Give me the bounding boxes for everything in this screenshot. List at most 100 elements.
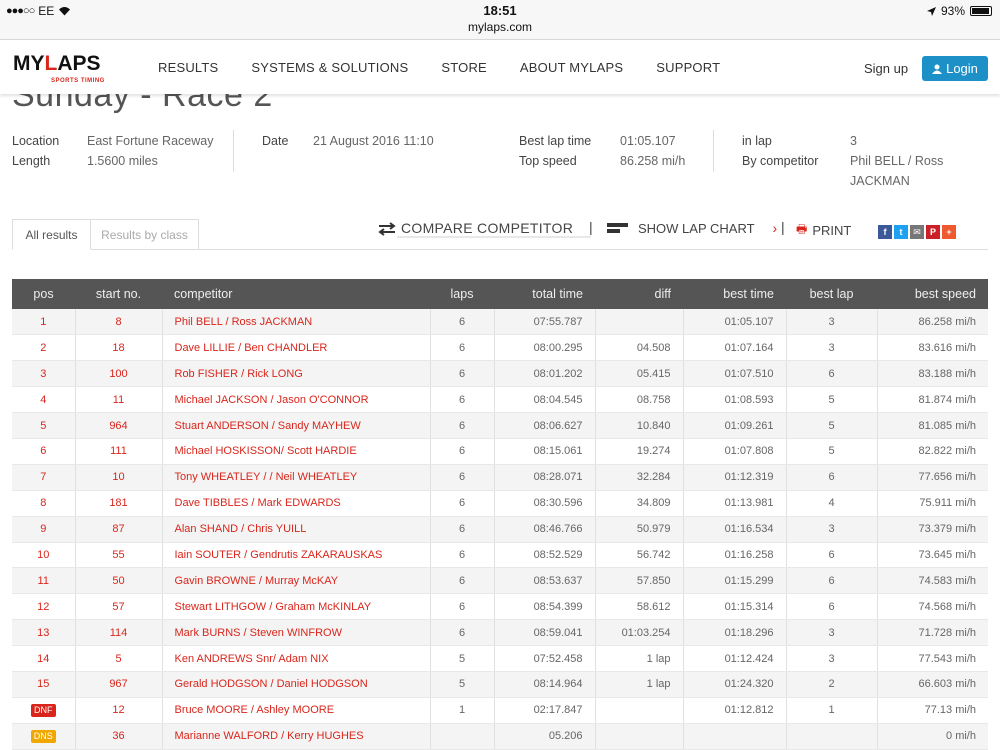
battery-info: 93% bbox=[926, 4, 992, 18]
show-lap-chart-button[interactable]: SHOW LAP CHART › bbox=[607, 220, 777, 236]
compare-competitor-button[interactable]: COMPARE COMPETITOR bbox=[377, 220, 592, 238]
table-row[interactable]: 7 10 Tony WHEATLEY / / Neil WHEATLEY 6 08:28… bbox=[12, 464, 988, 491]
competitor-link[interactable]: Michael HOSKISSON/ Scott HARDIE bbox=[162, 438, 431, 465]
nav-store[interactable]: STORE bbox=[441, 60, 487, 75]
email-icon[interactable]: ✉ bbox=[910, 225, 924, 239]
start-no-cell[interactable]: 57 bbox=[75, 593, 163, 621]
col-best-time[interactable]: best time bbox=[683, 279, 786, 309]
best-lap-cell: 5 bbox=[786, 386, 878, 414]
nav-support[interactable]: SUPPORT bbox=[656, 60, 720, 75]
competitor-link[interactable]: Gerald HODGSON / Daniel HODGSON bbox=[162, 671, 431, 698]
table-row[interactable]: 1 8 Phil BELL / Ross JACKMAN 6 07:55.787 01:0… bbox=[12, 309, 988, 336]
col-best-speed[interactable]: best speed bbox=[877, 279, 988, 309]
start-no-cell[interactable]: 964 bbox=[75, 412, 163, 439]
table-row[interactable]: 5 964 Stuart ANDERSON / Sandy MAYHEW 6 08:06… bbox=[12, 412, 988, 439]
total-time-cell: 08:28.071 bbox=[494, 464, 596, 491]
tab-all-results[interactable]: All results bbox=[12, 219, 91, 250]
total-time-cell: 08:30.596 bbox=[494, 490, 596, 517]
competitor-link[interactable]: Phil BELL / Ross JACKMAN bbox=[162, 309, 431, 336]
competitor-link[interactable]: Rob FISHER / Rick LONG bbox=[162, 360, 431, 388]
pos-cell: 1 bbox=[12, 309, 76, 336]
competitor-link[interactable]: Marianne WALFORD / Kerry HUGHES bbox=[162, 723, 431, 750]
best-lap-time-label: Best lap time bbox=[519, 134, 592, 148]
start-no-cell[interactable]: 50 bbox=[75, 567, 163, 595]
start-no-cell[interactable]: 55 bbox=[75, 542, 163, 569]
start-no-cell[interactable]: 18 bbox=[75, 334, 163, 362]
mylaps-logo[interactable]: MYLAPS SPORTS TIMING bbox=[13, 52, 104, 84]
total-time-cell: 08:04.545 bbox=[494, 386, 596, 414]
competitor-link[interactable]: Ken ANDREWS Snr/ Adam NIX bbox=[162, 645, 431, 672]
competitor-link[interactable]: Michael JACKSON / Jason O'CONNOR bbox=[162, 386, 431, 414]
col-best-lap[interactable]: best lap bbox=[786, 279, 877, 309]
table-row[interactable]: 6 111 Michael HOSKISSON/ Scott HARDIE 6 08:1… bbox=[12, 438, 988, 465]
start-no-cell[interactable]: 967 bbox=[75, 671, 163, 698]
ios-status-bar: ●●●○○ EE 18:51 mylaps.com 93% bbox=[0, 0, 1000, 40]
start-no-cell[interactable]: 10 bbox=[75, 464, 163, 491]
competitor-link[interactable]: Gavin BROWNE / Murray McKAY bbox=[162, 567, 431, 595]
start-no-cell[interactable]: 87 bbox=[75, 516, 163, 543]
nav-about[interactable]: ABOUT MYLAPS bbox=[520, 60, 623, 75]
table-row[interactable]: 15 967 Gerald HODGSON / Daniel HODGSON 5 08:… bbox=[12, 671, 988, 698]
competitor-link[interactable]: Dave LILLIE / Ben CHANDLER bbox=[162, 334, 431, 362]
start-no-cell[interactable]: 8 bbox=[75, 309, 163, 336]
pos-cell: 4 bbox=[12, 386, 76, 414]
col-start-no[interactable]: start no. bbox=[75, 279, 162, 309]
table-header-row: pos start no. competitor laps total time… bbox=[12, 279, 988, 309]
best-speed-cell: 73.379 mi/h bbox=[877, 516, 988, 543]
start-no-cell[interactable]: 11 bbox=[75, 386, 163, 414]
start-no-cell[interactable]: 5 bbox=[75, 645, 163, 672]
competitor-link[interactable]: Bruce MOORE / Ashley MOORE bbox=[162, 697, 431, 724]
location-arrow-icon bbox=[926, 6, 936, 16]
laps-cell: 6 bbox=[430, 386, 495, 414]
best-lap-cell: 3 bbox=[786, 334, 878, 362]
competitor-link[interactable]: Tony WHEATLEY / / Neil WHEATLEY bbox=[162, 464, 431, 491]
col-diff[interactable]: diff bbox=[595, 279, 683, 309]
table-row[interactable]: 3 100 Rob FISHER / Rick LONG 6 08:01.202 05.4… bbox=[12, 360, 988, 388]
col-laps[interactable]: laps bbox=[430, 279, 494, 309]
competitor-link[interactable]: Stuart ANDERSON / Sandy MAYHEW bbox=[162, 412, 431, 439]
table-row[interactable]: 4 11 Michael JACKSON / Jason O'CONNOR 6 08:0… bbox=[12, 386, 988, 414]
competitor-link[interactable]: Dave TIBBLES / Mark EDWARDS bbox=[162, 490, 431, 517]
best-time-cell: 01:08.593 bbox=[683, 386, 787, 414]
pinterest-icon[interactable]: P bbox=[926, 225, 940, 239]
address-bar[interactable]: mylaps.com bbox=[0, 20, 1000, 34]
table-row[interactable]: 14 5 Ken ANDREWS Snr/ Adam NIX 5 07:52.458 1 … bbox=[12, 645, 988, 672]
nav-systems-solutions[interactable]: SYSTEMS & SOLUTIONS bbox=[251, 60, 408, 75]
start-no-cell[interactable]: 12 bbox=[75, 697, 163, 724]
login-button[interactable]: Login bbox=[922, 56, 988, 81]
start-no-cell[interactable]: 36 bbox=[75, 723, 163, 750]
table-row[interactable]: DNS 36 Marianne WALFORD / Kerry HUGHES 05.2… bbox=[12, 723, 988, 750]
print-button[interactable]: 🖶 PRINT bbox=[796, 220, 851, 241]
facebook-icon[interactable]: f bbox=[878, 225, 892, 239]
twitter-icon[interactable]: t bbox=[894, 225, 908, 239]
competitor-link[interactable]: Iain SOUTER / Gendrutis ZAKARAUSKAS bbox=[162, 542, 431, 569]
nav-results[interactable]: RESULTS bbox=[158, 60, 218, 75]
competitor-link[interactable]: Stewart LITHGOW / Graham McKINLAY bbox=[162, 593, 431, 621]
table-row[interactable]: 13 114 Mark BURNS / Steven WINFROW 6 08:59.0… bbox=[12, 619, 988, 647]
table-row[interactable]: DNF 12 Bruce MOORE / Ashley MOORE 1 02:17.84… bbox=[12, 697, 988, 724]
competitor-link[interactable]: Mark BURNS / Steven WINFROW bbox=[162, 619, 431, 647]
table-row[interactable]: 12 57 Stewart LITHGOW / Graham McKINLAY 6 08… bbox=[12, 593, 988, 621]
col-competitor[interactable]: competitor bbox=[162, 279, 430, 309]
table-row[interactable]: 8 181 Dave TIBBLES / Mark EDWARDS 6 08:30.59… bbox=[12, 490, 988, 517]
table-row[interactable]: 11 50 Gavin BROWNE / Murray McKAY 6 08:53.63… bbox=[12, 567, 988, 595]
start-no-cell[interactable]: 114 bbox=[75, 619, 163, 647]
laps-cell: 6 bbox=[430, 516, 495, 543]
start-no-cell[interactable]: 181 bbox=[75, 490, 163, 517]
col-pos[interactable]: pos bbox=[12, 279, 75, 309]
date-value-block: 21 August 2016 11:10 bbox=[313, 131, 434, 151]
col-total-time[interactable]: total time bbox=[494, 279, 595, 309]
info-labels-3: in lap By competitor bbox=[742, 131, 818, 171]
more-share-icon[interactable]: + bbox=[942, 225, 956, 239]
signup-link[interactable]: Sign up bbox=[864, 61, 908, 76]
start-no-cell[interactable]: 100 bbox=[75, 360, 163, 388]
table-row[interactable]: 2 18 Dave LILLIE / Ben CHANDLER 6 08:00.295 0… bbox=[12, 334, 988, 362]
tab-results-by-class[interactable]: Results by class bbox=[91, 219, 199, 250]
competitor-link[interactable]: Alan SHAND / Chris YUILL bbox=[162, 516, 431, 543]
table-row[interactable]: 9 87 Alan SHAND / Chris YUILL 6 08:46.766 50.… bbox=[12, 516, 988, 543]
diff-cell: 08.758 bbox=[595, 386, 684, 414]
pos-cell: 13 bbox=[12, 619, 76, 647]
table-row[interactable]: 10 55 Iain SOUTER / Gendrutis ZAKARAUSKAS 6… bbox=[12, 542, 988, 569]
tool-separator: | bbox=[589, 219, 593, 235]
start-no-cell[interactable]: 111 bbox=[75, 438, 163, 465]
